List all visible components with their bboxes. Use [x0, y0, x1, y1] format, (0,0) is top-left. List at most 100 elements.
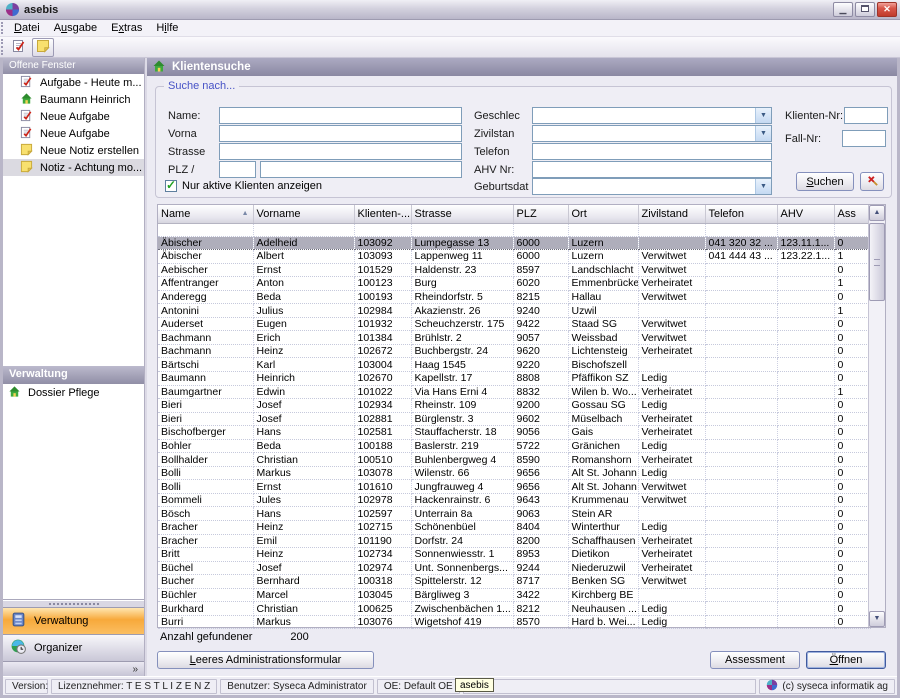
table-row[interactable]: BüchlerMarcel103045Bärgliweg 33422Kirchb…	[158, 588, 870, 602]
table-row[interactable]: AudersetEugen101932Scheuchzerstr. 175942…	[158, 317, 870, 331]
toolbar-grip[interactable]	[1, 39, 6, 55]
clear-x-icon	[866, 174, 879, 190]
vorname-input[interactable]	[219, 125, 462, 142]
sidebar-item[interactable]: Aufgabe - Heute m...	[3, 74, 144, 91]
minimize-button[interactable]: ▁	[833, 2, 853, 17]
table-row[interactable]: AffentrangerAnton100123Burg6020Emmenbrüc…	[158, 277, 870, 291]
table-cell	[777, 466, 834, 480]
table-row[interactable]: BärtschiKarl103004Haag 15459220Bischofsz…	[158, 358, 870, 372]
table-row[interactable]: AntoniniJulius102984Akazienstr. 269240Uz…	[158, 304, 870, 318]
table-cell	[638, 588, 705, 602]
table-cell: 0	[834, 575, 870, 589]
table-row[interactable]: BüchelJosef102974Unt. Sonnenbergs...9244…	[158, 561, 870, 575]
telefon-input[interactable]	[532, 143, 772, 160]
plz-input[interactable]	[219, 161, 256, 178]
sidebar-item[interactable]: Baumann Heinrich	[3, 91, 144, 108]
table-row[interactable]: BolliMarkus103078Wilenstr. 669656Alt St.…	[158, 466, 870, 480]
table-cell: 0	[834, 317, 870, 331]
table-cell	[777, 493, 834, 507]
klienten-nr-input[interactable]	[844, 107, 888, 124]
table-row[interactable]: BöschHans102597Unterrain 8a9063Stein AR0	[158, 507, 870, 521]
column-header[interactable]: Ort	[568, 205, 638, 223]
table-cell: 8832	[513, 385, 568, 399]
table-cell	[777, 399, 834, 413]
table-row[interactable]: BracherHeinz102715Schönenbüel8404Wintert…	[158, 520, 870, 534]
sidebar-item[interactable]: Neue Aufgabe	[3, 108, 144, 125]
menu-datei[interactable]: Datei	[7, 20, 47, 36]
sidebar-item[interactable]: Neue Aufgabe	[3, 125, 144, 142]
nav-organizer-button[interactable]: Organizer	[3, 634, 144, 661]
name-input[interactable]	[219, 107, 462, 124]
table-row[interactable]: ÄbischerAdelheid103092Lumpegasse 136000L…	[158, 236, 870, 250]
table-row[interactable]: BischofbergerHans102581Stauffacherstr. 1…	[158, 426, 870, 440]
scroll-up-icon[interactable]: ▲	[869, 205, 885, 221]
new-task-button[interactable]	[8, 38, 30, 57]
scrollbar-thumb[interactable]	[869, 223, 885, 301]
assessment-button[interactable]: Assessment	[710, 651, 800, 669]
blank-admin-form-button[interactable]: Leeres Administrationsformular	[157, 651, 374, 669]
column-header[interactable]: Zivilstand	[638, 205, 705, 223]
table-row[interactable]: BurkhardChristian100625Zwischenbächen 1.…	[158, 602, 870, 616]
table-row[interactable]: BachmannErich101384Brühlstr. 29057Weissb…	[158, 331, 870, 345]
sidebar-item[interactable]: Dossier Pflege	[3, 384, 144, 401]
strasse-input[interactable]	[219, 143, 462, 160]
table-row[interactable]: BieriJosef102881Bürglenstr. 39602Müselba…	[158, 412, 870, 426]
nav-overflow[interactable]: »	[3, 661, 144, 676]
table-row[interactable]: BaumgartnerEdwin101022Via Hans Erni 4883…	[158, 385, 870, 399]
table-row[interactable]: BaumannHeinrich102670Kapellstr. 178808Pf…	[158, 371, 870, 385]
table-row[interactable]: AebischerErnst101529Haldenstr. 238597Lan…	[158, 263, 870, 277]
table-scrollbar[interactable]: ▲ ▼	[868, 205, 885, 627]
table-row[interactable]: AndereggBeda100193Rheindorfstr. 58215Hal…	[158, 290, 870, 304]
column-header[interactable]: Telefon	[705, 205, 777, 223]
column-header[interactable]: Klienten-...	[354, 205, 411, 223]
fall-nr-input[interactable]	[842, 130, 886, 147]
ort-input[interactable]	[260, 161, 462, 178]
nav-verwaltung-button[interactable]: Verwaltung	[3, 607, 144, 634]
table-cell: Anderegg	[158, 290, 253, 304]
clear-search-button[interactable]	[860, 172, 884, 191]
table-cell: 101529	[354, 263, 411, 277]
table-cell: Josef	[253, 399, 354, 413]
table-row[interactable]: BollhalderChristian100510Buhlenbergweg 4…	[158, 453, 870, 467]
scroll-down-icon[interactable]: ▼	[869, 611, 885, 627]
table-cell: 0	[834, 615, 870, 629]
table-cell: 101932	[354, 317, 411, 331]
column-header[interactable]: AHV	[777, 205, 834, 223]
menu-ausgabe[interactable]: Ausgabe	[47, 20, 104, 36]
table-row[interactable]: ÄbischerAlbert103093Lappenweg 116000Luze…	[158, 250, 870, 264]
sidebar-splitter[interactable]	[3, 600, 144, 607]
ahv-input[interactable]	[532, 161, 772, 178]
table-cell: Verheiratet	[638, 453, 705, 467]
zivilstand-select[interactable]: ▼	[532, 125, 772, 142]
table-row[interactable]: BohlerBeda100188Baslerstr. 2195722Gränic…	[158, 439, 870, 453]
geschlecht-select[interactable]: ▼	[532, 107, 772, 124]
table-row[interactable]: BommeliJules102978Hackenrainstr. 69643Kr…	[158, 493, 870, 507]
table-row[interactable]: BurriMarkus103076Wigetshof 4198570Hard b…	[158, 615, 870, 629]
suchen-button[interactable]: Suchen	[796, 172, 854, 191]
menubar-grip[interactable]	[1, 22, 6, 34]
active-clients-checkbox[interactable]: Nur aktive Klienten anzeigen	[165, 180, 322, 192]
geburtsdatum-select[interactable]: ▼	[532, 178, 772, 195]
menu-hilfe[interactable]: Hilfe	[149, 20, 185, 36]
sidebar-item[interactable]: Notiz - Achtung mo...	[3, 159, 144, 176]
table-row[interactable]: BieriJosef102934Rheinstr. 1099200Gossau …	[158, 399, 870, 413]
column-header[interactable]: Vorname	[253, 205, 354, 223]
table-cell: Verwitwet	[638, 263, 705, 277]
sidebar-item[interactable]: Neue Notiz erstellen	[3, 142, 144, 159]
table-row[interactable]: BucherBernhard100318Spittelerstr. 128717…	[158, 575, 870, 589]
restore-button[interactable]	[855, 2, 875, 17]
filter-row[interactable]	[158, 223, 870, 236]
column-header[interactable]: Strasse	[411, 205, 513, 223]
column-header[interactable]: Name▲	[158, 205, 253, 223]
open-button[interactable]: Öffnen	[806, 651, 886, 669]
table-cell: Haag 1545	[411, 358, 513, 372]
column-header[interactable]: PLZ	[513, 205, 568, 223]
table-row[interactable]: BrittHeinz102734Sonnenwiesstr. 18953Diet…	[158, 548, 870, 562]
new-note-button[interactable]	[32, 38, 54, 57]
table-row[interactable]: BolliErnst101610Jungfrauweg 49656Alt St.…	[158, 480, 870, 494]
menu-extras[interactable]: Extras	[104, 20, 149, 36]
table-row[interactable]: BracherEmil101190Dorfstr. 248200Schaffha…	[158, 534, 870, 548]
column-header[interactable]: Ass	[834, 205, 870, 223]
close-button[interactable]: ✕	[877, 2, 897, 17]
table-row[interactable]: BachmannHeinz102672Buchbergstr. 249620Li…	[158, 344, 870, 358]
